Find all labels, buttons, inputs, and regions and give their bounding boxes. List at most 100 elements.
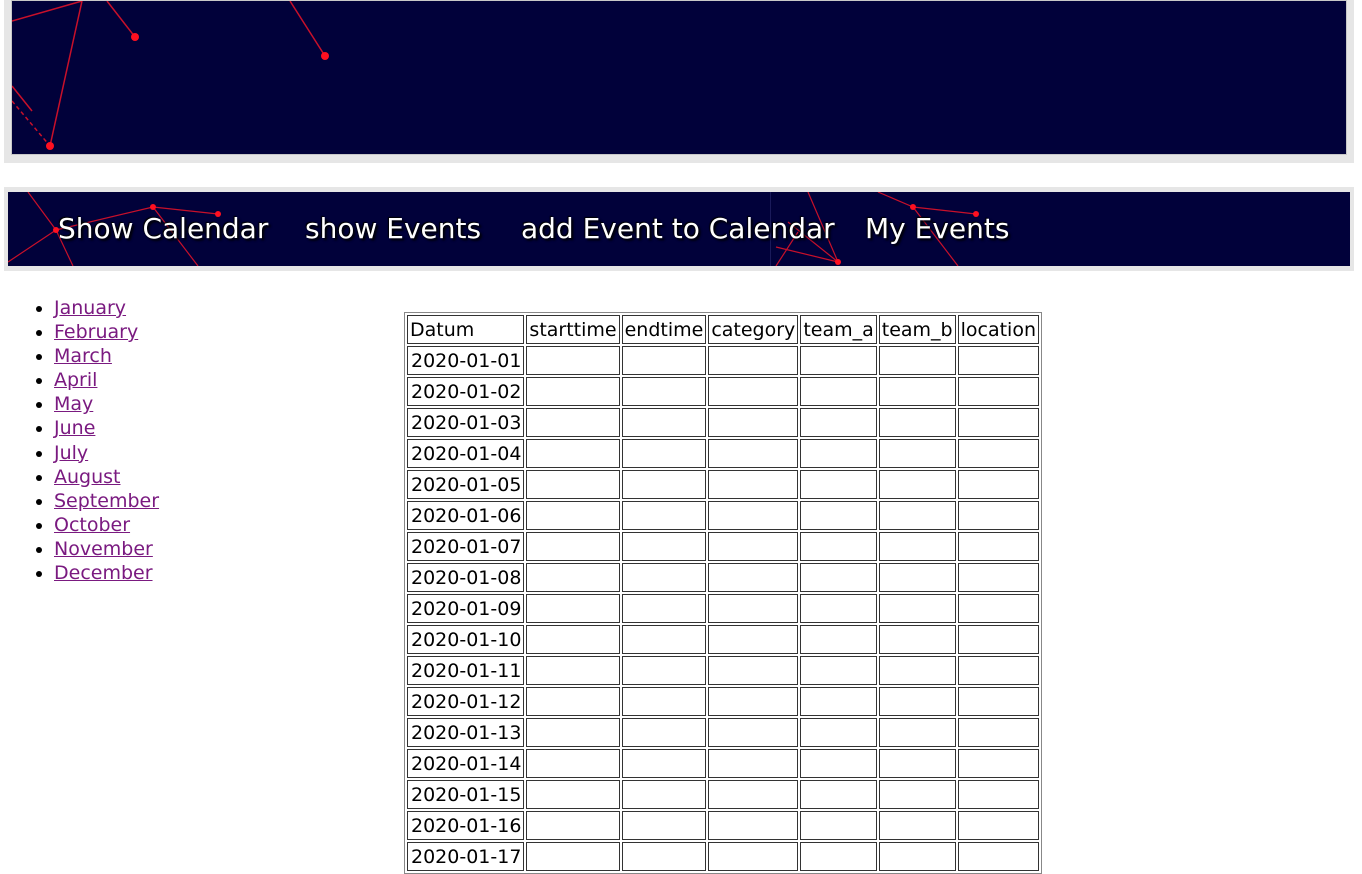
date-cell: 2020-01-03 <box>407 408 525 437</box>
date-cell: 2020-01-01 <box>407 346 525 375</box>
empty-cell-team_b <box>878 532 956 561</box>
empty-cell-location <box>957 687 1039 716</box>
empty-cell-team_a <box>800 439 877 468</box>
empty-cell-team_b <box>878 594 956 623</box>
empty-cell-team_b <box>878 718 956 747</box>
table-row: 2020-01-16 <box>407 811 1039 840</box>
empty-cell-location <box>957 718 1039 747</box>
month-link-may[interactable]: May <box>54 393 93 415</box>
nav-show-events[interactable]: show Events <box>305 212 481 245</box>
date-cell: 2020-01-13 <box>407 718 525 747</box>
date-cell: 2020-01-14 <box>407 749 525 778</box>
header-banner <box>11 0 1347 155</box>
empty-cell-team_a <box>800 780 877 809</box>
month-list-item: November <box>54 537 159 561</box>
empty-cell-location <box>957 625 1039 654</box>
empty-cell-team_a <box>800 594 877 623</box>
month-link-july[interactable]: July <box>54 442 88 464</box>
empty-cell-category <box>708 718 799 747</box>
month-link-april[interactable]: April <box>54 369 97 391</box>
nav-add-event[interactable]: add Event to Calendar <box>521 212 835 245</box>
table-row: 2020-01-01 <box>407 346 1039 375</box>
table-row: 2020-01-05 <box>407 470 1039 499</box>
month-list-item: December <box>54 561 159 585</box>
empty-cell-endtime <box>621 656 707 685</box>
empty-cell-team_b <box>878 377 956 406</box>
column-header-endtime: endtime <box>621 315 707 344</box>
banner-frame <box>4 0 1354 163</box>
empty-cell-team_a <box>800 625 877 654</box>
nav-my-events[interactable]: My Events <box>865 212 1009 245</box>
empty-cell-category <box>708 377 799 406</box>
date-cell: 2020-01-12 <box>407 687 525 716</box>
date-cell: 2020-01-08 <box>407 563 525 592</box>
empty-cell-location <box>957 439 1039 468</box>
empty-cell-category <box>708 625 799 654</box>
empty-cell-category <box>708 656 799 685</box>
empty-cell-starttime <box>526 408 620 437</box>
empty-cell-starttime <box>526 625 620 654</box>
month-link-february[interactable]: February <box>54 321 138 343</box>
empty-cell-starttime <box>526 377 620 406</box>
events-table: Datum starttime endtime category team_a team_… <box>404 312 1042 874</box>
empty-cell-team_b <box>878 625 956 654</box>
empty-cell-category <box>708 532 799 561</box>
month-link-august[interactable]: August <box>54 466 121 488</box>
date-cell: 2020-01-06 <box>407 501 525 530</box>
empty-cell-location <box>957 501 1039 530</box>
empty-cell-team_b <box>878 346 956 375</box>
empty-cell-team_a <box>800 687 877 716</box>
empty-cell-category <box>708 346 799 375</box>
month-list: JanuaryFebruaryMarchAprilMayJune JulyAugu… <box>14 296 159 585</box>
empty-cell-location <box>957 408 1039 437</box>
empty-cell-starttime <box>526 656 620 685</box>
empty-cell-endtime <box>621 408 707 437</box>
month-list-item: April <box>54 368 159 392</box>
empty-cell-endtime <box>621 687 707 716</box>
empty-cell-team_b <box>878 780 956 809</box>
table-row: 2020-01-15 <box>407 780 1039 809</box>
constellation-graphic <box>12 1 329 150</box>
empty-cell-team_b <box>878 749 956 778</box>
empty-cell-team_a <box>800 811 877 840</box>
month-list-item: May <box>54 392 159 416</box>
empty-cell-team_a <box>800 346 877 375</box>
empty-cell-starttime <box>526 563 620 592</box>
empty-cell-endtime <box>621 780 707 809</box>
date-cell: 2020-01-16 <box>407 811 525 840</box>
table-header-row: Datum starttime endtime category team_a team_… <box>407 315 1039 344</box>
empty-cell-category <box>708 439 799 468</box>
empty-cell-starttime <box>526 439 620 468</box>
month-link-march[interactable]: March <box>54 345 112 367</box>
date-cell: 2020-01-10 <box>407 625 525 654</box>
table-row: 2020-01-07 <box>407 532 1039 561</box>
empty-cell-team_b <box>878 439 956 468</box>
month-link-september[interactable]: September <box>54 490 159 512</box>
month-link-june[interactable]: June <box>54 417 95 439</box>
month-list-item: June <box>54 416 159 440</box>
date-cell: 2020-01-11 <box>407 656 525 685</box>
month-list-item: October <box>54 513 159 537</box>
empty-cell-team_b <box>878 408 956 437</box>
month-link-january[interactable]: January <box>54 297 126 319</box>
empty-cell-starttime <box>526 532 620 561</box>
month-link-november[interactable]: November <box>54 538 153 560</box>
nav-show-calendar[interactable]: Show Calendar <box>58 212 268 245</box>
empty-cell-starttime <box>526 718 620 747</box>
empty-cell-endtime <box>621 594 707 623</box>
empty-cell-location <box>957 780 1039 809</box>
empty-cell-location <box>957 749 1039 778</box>
empty-cell-category <box>708 749 799 778</box>
month-link-october[interactable]: October <box>54 514 130 536</box>
empty-cell-team_a <box>800 377 877 406</box>
month-link-december[interactable]: December <box>54 562 153 584</box>
empty-cell-starttime <box>526 780 620 809</box>
empty-cell-team_b <box>878 501 956 530</box>
empty-cell-location <box>957 346 1039 375</box>
month-list-item: February <box>54 320 159 344</box>
table-row: 2020-01-10 <box>407 625 1039 654</box>
table-row: 2020-01-14 <box>407 749 1039 778</box>
month-list-item: March <box>54 344 159 368</box>
empty-cell-team_a <box>800 563 877 592</box>
table-row: 2020-01-12 <box>407 687 1039 716</box>
